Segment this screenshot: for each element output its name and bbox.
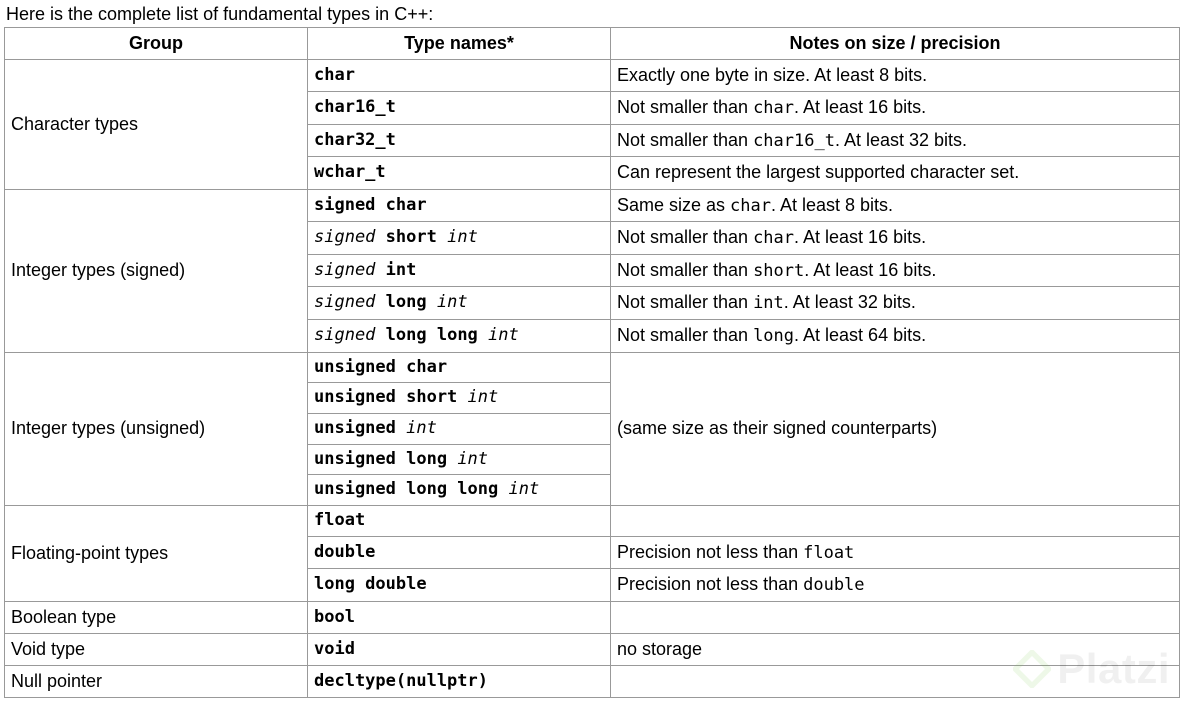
table-row: Void typevoidno storage <box>5 633 1180 665</box>
notes-cell: Not smaller than char16_t. At least 32 b… <box>611 124 1180 157</box>
notes-cell: (same size as their signed counterparts) <box>611 352 1180 505</box>
type-name-cell: signed long long int <box>308 320 611 353</box>
type-name-cell: unsigned short int <box>308 383 611 414</box>
type-name-cell: long double <box>308 569 611 602</box>
type-name-cell: wchar_t <box>308 157 611 189</box>
type-name-cell: signed short int <box>308 222 611 255</box>
notes-cell: Not smaller than long. At least 64 bits. <box>611 320 1180 353</box>
notes-cell: Not smaller than char. At least 16 bits. <box>611 92 1180 125</box>
group-cell: Integer types (signed) <box>5 189 308 352</box>
notes-cell: Not smaller than int. At least 32 bits. <box>611 287 1180 320</box>
notes-cell: Not smaller than short. At least 16 bits… <box>611 254 1180 287</box>
group-cell: Floating-point types <box>5 505 308 601</box>
notes-cell: Exactly one byte in size. At least 8 bit… <box>611 60 1180 92</box>
type-name-cell: unsigned long int <box>308 444 611 475</box>
type-name-cell: unsigned long long int <box>308 475 611 506</box>
group-cell: Null pointer <box>5 666 308 698</box>
type-name-cell: decltype(nullptr) <box>308 666 611 698</box>
type-name-cell: signed long int <box>308 287 611 320</box>
header-type: Type names* <box>308 28 611 60</box>
table-row: Boolean typebool <box>5 601 1180 633</box>
table-header-row: Group Type names* Notes on size / precis… <box>5 28 1180 60</box>
header-notes: Notes on size / precision <box>611 28 1180 60</box>
notes-cell <box>611 666 1180 698</box>
notes-cell <box>611 505 1180 536</box>
notes-cell: Can represent the largest supported char… <box>611 157 1180 189</box>
type-name-cell: double <box>308 536 611 569</box>
intro-text: Here is the complete list of fundamental… <box>6 4 1184 25</box>
type-name-cell: char32_t <box>308 124 611 157</box>
type-name-cell: signed int <box>308 254 611 287</box>
type-name-cell: unsigned char <box>308 352 611 383</box>
type-name-cell: char <box>308 60 611 92</box>
type-name-cell: unsigned int <box>308 414 611 445</box>
group-cell: Void type <box>5 633 308 665</box>
type-name-cell: char16_t <box>308 92 611 125</box>
table-row: Integer types (unsigned)unsigned char(sa… <box>5 352 1180 383</box>
notes-cell: Precision not less than float <box>611 536 1180 569</box>
notes-cell: Precision not less than double <box>611 569 1180 602</box>
table-row: Floating-point typesfloat <box>5 505 1180 536</box>
type-name-cell: signed char <box>308 189 611 222</box>
type-name-cell: float <box>308 505 611 536</box>
table-row: Null pointerdecltype(nullptr) <box>5 666 1180 698</box>
type-name-cell: void <box>308 633 611 665</box>
types-table: Group Type names* Notes on size / precis… <box>4 27 1180 698</box>
type-name-cell: bool <box>308 601 611 633</box>
group-cell: Integer types (unsigned) <box>5 352 308 505</box>
table-row: Character typescharExactly one byte in s… <box>5 60 1180 92</box>
notes-cell: Not smaller than char. At least 16 bits. <box>611 222 1180 255</box>
group-cell: Character types <box>5 60 308 189</box>
table-row: Integer types (signed)signed charSame si… <box>5 189 1180 222</box>
notes-cell: Same size as char. At least 8 bits. <box>611 189 1180 222</box>
header-group: Group <box>5 28 308 60</box>
notes-cell <box>611 601 1180 633</box>
group-cell: Boolean type <box>5 601 308 633</box>
notes-cell: no storage <box>611 633 1180 665</box>
